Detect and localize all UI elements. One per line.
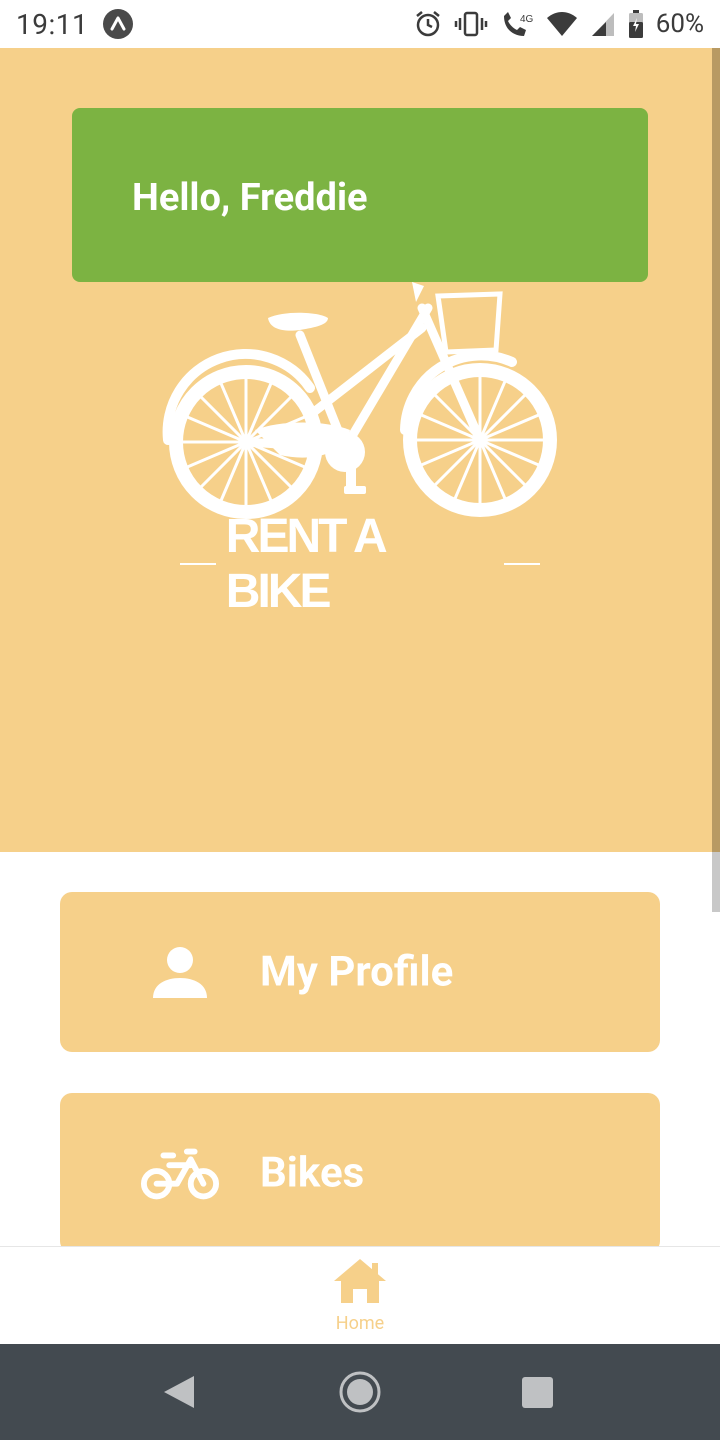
app-notification-icon	[103, 9, 133, 39]
recent-apps-icon[interactable]	[522, 1377, 553, 1408]
home-icon	[332, 1257, 388, 1309]
logo-divider-left	[180, 563, 216, 565]
home-circle-icon[interactable]	[338, 1370, 382, 1418]
logo-text: RENT A BIKE	[225, 510, 386, 618]
signal-icon	[590, 11, 616, 37]
volte-call-icon: 4G	[500, 10, 534, 38]
bikes-label: Bikes	[260, 1148, 365, 1198]
alarm-icon	[414, 10, 442, 38]
tab-home[interactable]: Home	[310, 1257, 410, 1343]
logo-title: RENT A BIKE	[180, 510, 541, 618]
bicycle-with-basket-icon	[160, 280, 560, 520]
tab-home-label: Home	[335, 1313, 385, 1334]
greeting-card: Hello, Freddie	[72, 108, 648, 282]
person-icon	[140, 942, 220, 1002]
battery-charging-icon	[628, 10, 644, 38]
logo-divider-right	[504, 563, 541, 565]
greeting-text: Hello, Freddie	[132, 176, 368, 220]
vibrate-icon	[454, 10, 488, 38]
my-profile-button[interactable]: My Profile	[60, 892, 660, 1052]
svg-text:4G: 4G	[520, 14, 534, 25]
battery-percent: 60%	[655, 9, 704, 39]
scrollbar-track[interactable]	[712, 48, 720, 852]
status-time: 19:11	[16, 8, 89, 41]
my-profile-label: My Profile	[260, 947, 454, 997]
bike-icon	[140, 1143, 220, 1203]
status-icons: 4G 60%	[414, 6, 704, 42]
system-nav-bar	[0, 1344, 720, 1440]
bottom-tab-bar: Home	[0, 1246, 720, 1344]
back-icon[interactable]	[162, 1374, 196, 1414]
bikes-button[interactable]: Bikes	[60, 1093, 660, 1253]
scrollbar-thumb[interactable]	[712, 852, 720, 912]
status-bar: 19:11 4G 60%	[0, 0, 720, 48]
wifi-icon	[546, 11, 578, 37]
